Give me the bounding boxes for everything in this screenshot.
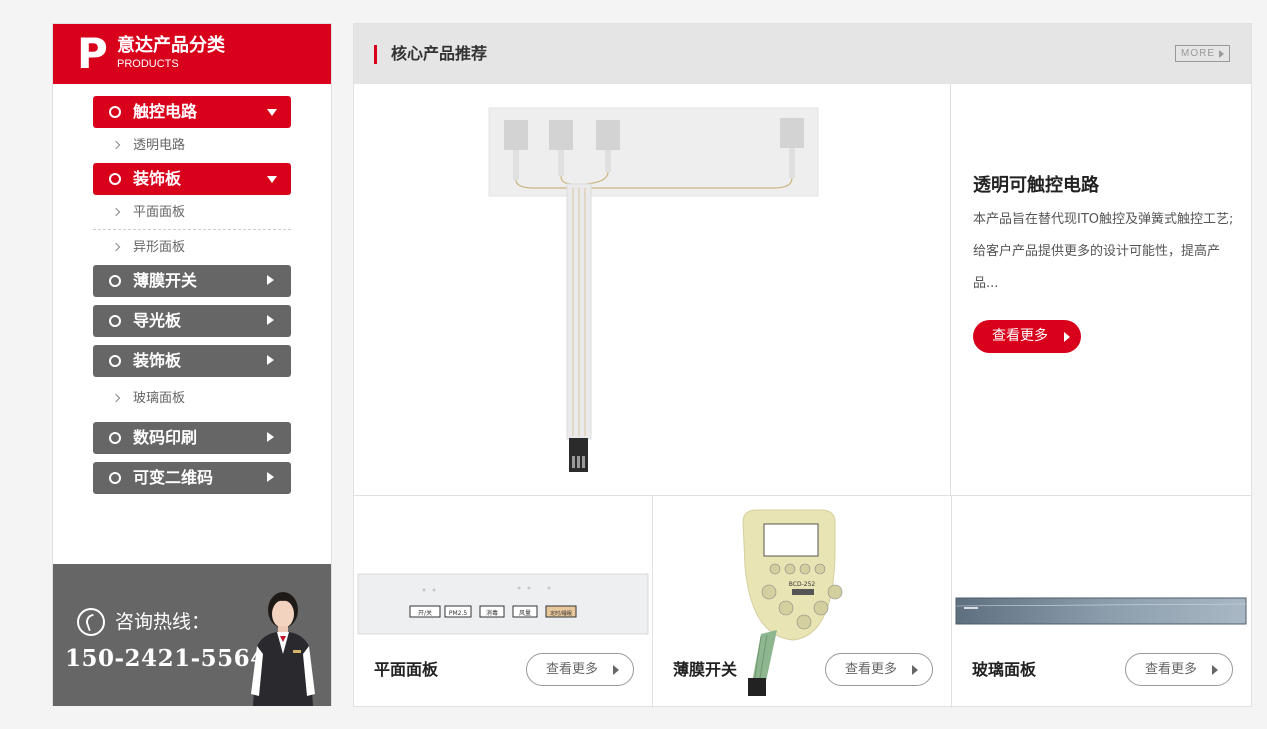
title-accent-bar [374,45,377,64]
caret-right-icon [267,355,274,365]
caret-down-icon [267,176,277,183]
subcategory-label: 透明电路 [133,138,186,153]
core-products-section: 核心产品推荐 MORE 透明可触控电路 本产品旨在替代现ITO触控及弹簧式触控工… [353,23,1252,708]
product-card-glass-panel[interactable]: 玻璃面板 查看更多 [952,496,1251,708]
logo-letter: P [77,29,108,78]
product-card-flat-panel[interactable]: 开/关 PM2.5 消毒 风量 定时/睡眠 平面面板 查看更多 [354,496,653,708]
chevron-right-icon [111,393,121,403]
featured-product-description: 本产品旨在替代现ITO触控及弹簧式触控工艺;给客户产品提供更多的设计可能性，提高… [973,212,1234,291]
category-label: 装饰板 [133,169,182,188]
more-button[interactable]: MORE [1175,45,1230,62]
play-arrow-icon [1212,665,1218,675]
section-header: 核心产品推荐 MORE [354,24,1251,84]
category-label: 可变二维码 [133,468,214,487]
featured-product-title[interactable]: 透明可触控电路 [973,174,1099,198]
caret-down-icon [267,109,277,116]
button-label: 查看更多 [992,328,1048,344]
button-label: 查看更多 [1145,662,1198,677]
play-arrow-icon [1219,50,1224,58]
keypad-model-label: BCD-252 [789,581,816,588]
category-variable-qr-code[interactable]: 可变二维码 [93,462,291,494]
chevron-right-icon [111,207,121,217]
category-label: 触控电路 [133,102,198,121]
category-touch-circuit[interactable]: 触控电路 [93,96,291,128]
circle-icon [109,355,121,367]
product-card-membrane-switch[interactable]: BCD-252 薄膜开关 查看更多 [653,496,952,708]
play-arrow-icon [912,665,918,675]
panel-key-label: 风量 [519,610,531,617]
view-more-button[interactable]: 查看更多 [1125,653,1233,686]
view-more-button[interactable]: 查看更多 [526,653,634,686]
card-title[interactable]: 平面面板 [374,658,438,682]
button-label: 查看更多 [845,662,898,677]
circle-icon [109,315,121,327]
glass-panel-image [955,597,1247,625]
view-more-button[interactable]: 查看更多 [825,653,933,686]
category-label: 装饰板 [133,351,182,370]
chevron-right-icon [111,140,121,150]
category-menu: 触控电路 透明电路 装饰板 平面面板 异形面板 薄膜开关 导光板 装饰板 玻璃面… [93,96,291,494]
category-decorative-panel[interactable]: 装饰板 [93,163,291,195]
category-membrane-switch[interactable]: 薄膜开关 [93,265,291,297]
circle-icon [109,472,121,484]
category-light-guide[interactable]: 导光板 [93,305,291,337]
subcategory-label: 玻璃面板 [133,391,186,406]
panel-key-label: PM2.5 [449,610,468,617]
hotline-label: 咨询热线： [115,611,211,633]
product-category-sidebar: P 意达产品分类 PRODUCTS 触控电路 透明电路 装饰板 平面面板 异形面… [52,23,332,706]
play-arrow-icon [1064,332,1070,342]
subcategory-label: 异形面板 [133,240,186,255]
circle-icon [109,432,121,444]
hotline-box: 咨询热线： 150-2421-5564 [53,564,331,706]
panel-key-label: 消毒 [486,609,498,617]
featured-product-info: 透明可触控电路 本产品旨在替代现ITO触控及弹簧式触控工艺;给客户产品提供更多的… [951,84,1251,496]
sidebar-subtitle: PRODUCTS [117,58,179,70]
section-title: 核心产品推荐 [391,44,488,63]
subcategory-shaped-panel[interactable]: 异形面板 [93,230,291,265]
featured-view-more-button[interactable]: 查看更多 [973,320,1081,353]
category-label: 数码印刷 [133,428,198,447]
sidebar-title: 意达产品分类 [117,35,225,56]
card-title[interactable]: 玻璃面板 [972,658,1036,682]
category-label: 薄膜开关 [133,271,198,290]
button-label: 查看更多 [546,662,599,677]
card-title[interactable]: 薄膜开关 [673,658,737,682]
caret-right-icon [267,275,274,285]
panel-key-label: 开/关 [418,609,432,617]
subcategory-glass-panel[interactable]: 玻璃面板 [93,381,291,416]
flat-panel-image: 开/关 PM2.5 消毒 风量 定时/睡眠 [357,573,649,635]
play-arrow-icon [613,665,619,675]
circle-icon [109,173,121,185]
caret-right-icon [267,315,274,325]
panel-key-label: 定时/睡眠 [550,610,572,617]
circle-icon [109,106,121,118]
caret-right-icon [267,432,274,442]
category-digital-printing[interactable]: 数码印刷 [93,422,291,454]
category-decorative-panel-2[interactable]: 装饰板 [93,345,291,377]
featured-product-image[interactable] [354,84,951,496]
transparent-circuit-illustration [488,107,819,472]
subcategory-label: 平面面板 [133,205,186,220]
sidebar-header: P 意达产品分类 PRODUCTS [53,24,331,84]
subcategory-transparent-circuit[interactable]: 透明电路 [93,128,291,163]
caret-right-icon [267,472,274,482]
more-label: MORE [1181,48,1215,59]
hotline-number: 150-2421-5564 [65,645,267,672]
customer-service-agent-image [251,592,315,706]
chevron-right-icon [111,242,121,252]
category-label: 导光板 [133,311,182,330]
circle-icon [109,275,121,287]
subcategory-flat-panel[interactable]: 平面面板 [93,195,291,230]
